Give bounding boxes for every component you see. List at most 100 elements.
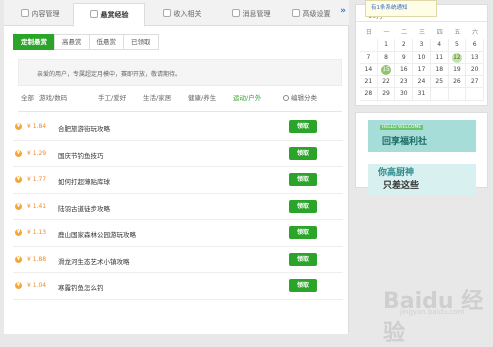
bounty-icon xyxy=(89,10,98,18)
category-crafts-hobbies[interactable]: 手工/爱好 xyxy=(98,93,126,103)
tab-income[interactable]: 收入相关 xyxy=(152,3,212,26)
calendar-day[interactable]: 15 xyxy=(377,63,396,77)
calendar-day[interactable]: 10 xyxy=(413,51,431,64)
bounty-price: ¥ 1.77 xyxy=(27,176,47,183)
tab-content-management[interactable]: 内容管理 xyxy=(13,3,67,26)
calendar-day[interactable]: 1 xyxy=(377,39,396,52)
coin-icon: ¥ xyxy=(15,229,22,236)
calendar-day[interactable]: 13 xyxy=(466,51,484,64)
calendar-day[interactable]: 3 xyxy=(413,39,431,52)
claim-button[interactable]: 领取 xyxy=(289,226,317,239)
calendar-day[interactable]: 6 xyxy=(466,39,484,52)
bounty-title[interactable]: 如何打超薄贴库球 xyxy=(58,176,110,186)
calendar-day xyxy=(448,88,467,101)
bounty-row: ¥ ¥ 1.88 滑龙河生态艺术小镇攻略 领取 xyxy=(13,247,343,273)
calendar-day[interactable]: 20 xyxy=(466,63,484,77)
calendar-day xyxy=(466,88,484,101)
weekday-header: 日 xyxy=(365,29,372,36)
calendar-day xyxy=(360,39,378,52)
calendar-day[interactable]: 8 xyxy=(377,51,396,64)
bounty-list: ¥ ¥ 1.84 合肥旅游街玩攻略 领取 ¥ ¥ 1.29 国庆节钓鱼技巧 领取 ¥ ¥ 1.77… xyxy=(13,114,343,300)
calendar-day[interactable]: 19 xyxy=(448,63,467,77)
banner-welcome-tag: HELLO WELCOME xyxy=(380,125,424,130)
chef-banner[interactable]: 你高厨神 只差这些 xyxy=(368,164,476,196)
calendar-day[interactable]: 27 xyxy=(466,76,484,89)
calendar-day[interactable]: 11 xyxy=(430,51,449,64)
calendar-day[interactable]: 31 xyxy=(413,88,431,101)
bounty-title[interactable]: 寒露钓鱼怎么钓 xyxy=(58,282,104,292)
claim-button[interactable]: 领取 xyxy=(289,252,317,266)
divider xyxy=(18,111,342,112)
bounty-title[interactable]: 国庆节钓鱼技巧 xyxy=(58,150,104,160)
claim-button[interactable]: 领取 xyxy=(289,146,317,160)
main-panel: 内容管理 悬赏经验 收入相关 消息管理 高级设置 » 定制悬赏 高悬赏 低悬赏 … xyxy=(4,0,349,334)
bounty-row: ¥ ¥ 1.77 如何打超薄贴库球 领取 xyxy=(13,167,343,194)
bounty-row: ¥ ¥ 1.13 鹿山国家森林公园游玩攻略 领取 xyxy=(13,220,343,247)
weekday-header: 一 xyxy=(383,29,390,36)
subtab-claimed[interactable]: 已领取 xyxy=(123,34,159,50)
watermark-url: jingyan.baidu.com xyxy=(400,308,465,316)
subtab-low-bounty[interactable]: 低悬赏 xyxy=(88,34,124,50)
system-notice-tooltip[interactable]: 有1条系统通知 xyxy=(365,0,437,17)
bounty-row: ¥ ¥ 1.04 寒露钓鱼怎么钓 领取 xyxy=(13,273,343,300)
bounty-title[interactable]: 滑龙河生态艺术小镇攻略 xyxy=(58,256,130,266)
calendar-day[interactable]: 24 xyxy=(413,76,431,89)
category-games-digital[interactable]: 游戏/数码 xyxy=(39,93,67,103)
tab-bounty-experience[interactable]: 悬赏经验 xyxy=(73,3,145,27)
subtab-high-bounty[interactable]: 高悬赏 xyxy=(54,34,90,50)
calendar-day[interactable]: 26 xyxy=(448,76,467,89)
welfare-banner[interactable]: HELLO WELCOME 回享福利社 xyxy=(368,120,476,152)
calendar-day[interactable]: 14 xyxy=(360,63,378,77)
calendar-widget: 10月 日一二三四五六12345678910111213141516171819… xyxy=(355,4,488,106)
bounty-title[interactable]: 鹿山国家森林公园游玩攻略 xyxy=(58,229,136,239)
calendar-day[interactable]: 5 xyxy=(448,39,467,52)
calendar-day[interactable]: 28 xyxy=(360,88,378,101)
calendar-day[interactable]: 7 xyxy=(360,51,378,64)
claim-button[interactable]: 领取 xyxy=(289,199,317,213)
subtab-custom-bounty[interactable]: 定制悬赏 xyxy=(13,34,55,50)
tab-messages[interactable]: 消息管理 xyxy=(220,3,282,26)
bounty-filter-tabs: 定制悬赏 高悬赏 低悬赏 已领取 xyxy=(13,34,159,50)
message-icon xyxy=(231,9,240,17)
calendar-day xyxy=(430,88,449,101)
marked-day-label: 15 xyxy=(381,64,392,75)
weekday-header: 三 xyxy=(418,29,425,36)
category-health[interactable]: 健康/养生 xyxy=(188,93,216,103)
claim-button[interactable]: 领取 xyxy=(289,120,317,133)
calendar-day[interactable]: 2 xyxy=(395,39,414,52)
coin-icon: ¥ xyxy=(15,282,22,289)
tab-advanced-settings[interactable]: 高级设置 xyxy=(284,3,338,26)
notice-text: 亲爱的用户，专属超定月模中，赛即开放，敬请期待。 xyxy=(37,71,182,78)
weekday-header: 二 xyxy=(401,29,408,36)
claim-button[interactable]: 领取 xyxy=(289,279,317,292)
calendar-day[interactable]: 25 xyxy=(430,76,449,89)
calendar-day[interactable]: 18 xyxy=(430,63,449,77)
category-nav: 全部 游戏/数码 手工/爱好 生活/家居 健康/养生 运动/户外 编辑分类 xyxy=(21,93,349,106)
more-tabs-button[interactable]: » xyxy=(340,6,346,16)
top-tab-bar: 内容管理 悬赏经验 收入相关 消息管理 高级设置 » xyxy=(4,0,349,27)
bounty-title[interactable]: 合肥旅游街玩攻略 xyxy=(58,123,110,133)
category-all[interactable]: 全部 xyxy=(21,93,34,103)
calendar-day[interactable]: 16 xyxy=(395,63,414,77)
calendar-day[interactable]: 30 xyxy=(395,88,414,101)
claim-button[interactable]: 领取 xyxy=(289,173,317,186)
bounty-row: ¥ ¥ 1.29 国庆节钓鱼技巧 领取 xyxy=(13,141,343,167)
bounty-row: ¥ ¥ 1.41 陆羽古道徒步攻略 领取 xyxy=(13,194,343,220)
coin-icon: ¥ xyxy=(15,123,22,130)
calendar-day[interactable]: 17 xyxy=(413,63,431,77)
weekday-header: 四 xyxy=(436,29,443,36)
calendar-day[interactable]: 22 xyxy=(377,76,396,89)
calendar-day[interactable]: 29 xyxy=(377,88,396,101)
calendar-day[interactable]: 12 xyxy=(448,51,467,64)
edit-category-button[interactable]: 编辑分类 xyxy=(283,93,317,103)
document-icon xyxy=(20,9,29,17)
category-life-home[interactable]: 生活/家居 xyxy=(143,93,171,103)
calendar-day[interactable]: 4 xyxy=(430,39,449,52)
notice-box: 亲爱的用户，专属超定月模中，赛即开放，敬请期待。 xyxy=(18,59,342,86)
calendar-day[interactable]: 23 xyxy=(395,76,414,89)
bounty-title[interactable]: 陆羽古道徒步攻略 xyxy=(58,203,110,213)
category-sports-outdoor[interactable]: 运动/户外 xyxy=(233,93,261,103)
calendar-day[interactable]: 9 xyxy=(395,51,414,64)
money-icon xyxy=(162,9,171,17)
calendar-day[interactable]: 21 xyxy=(360,76,378,89)
